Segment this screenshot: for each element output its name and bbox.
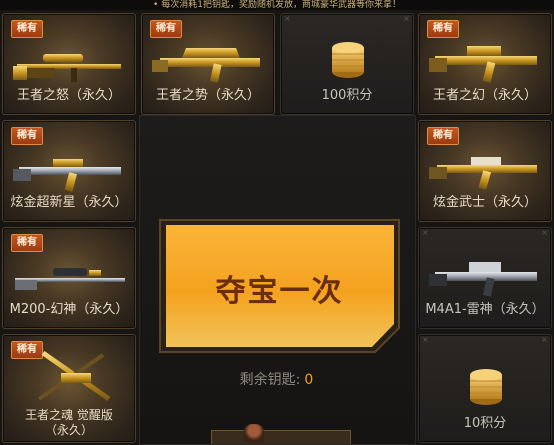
gold-coin-stack-icon	[470, 369, 502, 405]
prize-tile-right-1[interactable]: 稀有 王者之幻（永久）	[418, 13, 552, 115]
corner-mark: ×	[541, 335, 548, 344]
prize-label-line2: （永久）	[44, 423, 93, 437]
prize-label: 100积分	[321, 88, 373, 103]
assault-rifle-silver-icon	[429, 262, 537, 297]
bottom-tab	[211, 430, 351, 444]
character-figure	[244, 424, 264, 443]
assault-rifle-gold-icon	[152, 48, 260, 83]
assault-rifle-gold-icon	[429, 157, 537, 190]
prize-tile-right-3[interactable]: × × M4A1-雷神（永久）	[418, 227, 552, 329]
prize-tile-left-2[interactable]: 稀有 炫金超新星（永久）	[2, 120, 136, 222]
prize-tile-top-1[interactable]: 稀有 王者之势（永久）	[141, 13, 275, 115]
remaining-keys: 剩余钥匙: 0	[139, 369, 414, 389]
draw-once-button[interactable]: 夺宝一次	[154, 216, 405, 356]
prize-label: 炫金武士（永久）	[432, 195, 537, 210]
prize-label: 王者之怒（永久）	[16, 88, 121, 103]
prize-label: 王者之势（永久）	[155, 88, 260, 103]
gold-coin-stack-icon	[332, 42, 364, 78]
prize-label: M4A1-雷神（永久）	[425, 302, 545, 317]
sniper-rifle-gold-icon	[13, 54, 121, 82]
prize-label: 10积分	[463, 416, 507, 431]
sniper-rifle-icon	[15, 268, 125, 290]
prize-label: M200-幻神（永久）	[9, 302, 129, 317]
remaining-keys-value: 0	[304, 372, 314, 388]
corner-mark: ×	[284, 14, 291, 23]
prize-tile-right-2[interactable]: 稀有 炫金武士（永久）	[418, 120, 552, 222]
assault-rifle-gold-icon	[429, 46, 537, 83]
corner-mark: ×	[422, 228, 429, 237]
prize-label: 王者之幻（永久）	[432, 88, 537, 103]
prize-label: 王者之魂 觉醒版 （永久）	[3, 408, 135, 438]
prize-tile-left-4[interactable]: 稀有 王者之魂 觉醒版 （永久）	[2, 334, 136, 443]
prize-tile-left-3[interactable]: 稀有 M200-幻神（永久）	[2, 227, 136, 329]
prize-tile-right-4[interactable]: × × 10积分	[418, 334, 552, 443]
draw-button-label: 夺宝一次	[215, 274, 344, 309]
prize-tile-top-2[interactable]: × × 100积分	[280, 13, 414, 115]
corner-mark: ×	[422, 335, 429, 344]
remaining-keys-label: 剩余钥匙:	[239, 372, 301, 388]
crossbow-gold-icon	[37, 350, 111, 402]
prize-label: 炫金超新星（永久）	[10, 195, 128, 210]
prize-label-line1: 王者之魂 觉醒版	[25, 408, 113, 422]
prize-tile-left-1[interactable]: 稀有 王者之怒（永久）	[2, 13, 136, 115]
top-notice: • 每次消耗1把钥匙，奖励随机发放，商城豪华武器等你来拿！	[0, 0, 554, 10]
corner-mark: ×	[403, 14, 410, 23]
assault-rifle-gold-icon	[13, 159, 121, 192]
corner-mark: ×	[541, 228, 548, 237]
